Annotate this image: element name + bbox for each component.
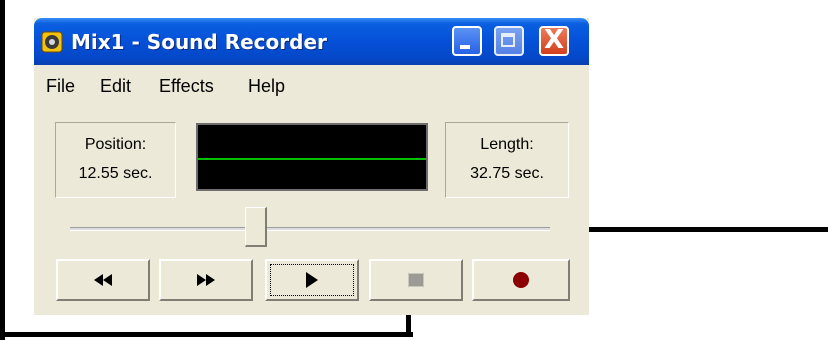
- stop-button[interactable]: [369, 259, 463, 301]
- sound-recorder-window: Mix1 - Sound Recorder X File Edit Effect…: [34, 18, 589, 315]
- close-icon[interactable]: X: [539, 25, 569, 56]
- position-slider-thumb[interactable]: [245, 207, 268, 247]
- record-icon: [513, 272, 529, 288]
- fast-forward-icon: [197, 274, 215, 286]
- stop-icon: [408, 273, 424, 287]
- window-title: Mix1 - Sound Recorder: [71, 30, 327, 54]
- fast-forward-button[interactable]: [159, 259, 253, 301]
- maximize-icon[interactable]: [494, 26, 524, 56]
- minimize-icon[interactable]: [452, 26, 482, 56]
- length-display: Length: 32.75 sec.: [445, 122, 569, 198]
- annotation-frame-left: [0, 0, 5, 340]
- menu-edit[interactable]: Edit: [100, 76, 131, 97]
- rewind-button[interactable]: [56, 259, 150, 301]
- position-slider-track[interactable]: [70, 227, 550, 231]
- play-icon: [306, 272, 318, 288]
- close-glyph: X: [543, 25, 565, 55]
- menu-file[interactable]: File: [46, 76, 75, 97]
- menu-help[interactable]: Help: [248, 76, 285, 97]
- rewind-icon: [94, 274, 112, 286]
- length-value: 32.75 sec.: [470, 165, 544, 182]
- title-bar[interactable]: Mix1 - Sound Recorder X: [34, 18, 589, 65]
- position-value: 12.55 sec.: [78, 165, 153, 182]
- menu-effects[interactable]: Effects: [159, 76, 214, 97]
- position-display: Position: 12.55 sec.: [55, 122, 176, 198]
- sound-recorder-icon: [41, 31, 63, 53]
- length-label: Length:: [480, 136, 534, 153]
- waveform-display: [196, 123, 428, 191]
- waveform-line: [198, 158, 426, 160]
- annotation-frame-bottom: [0, 332, 413, 337]
- record-button[interactable]: [472, 259, 570, 301]
- position-label: Position:: [84, 136, 147, 153]
- play-button[interactable]: [265, 259, 359, 301]
